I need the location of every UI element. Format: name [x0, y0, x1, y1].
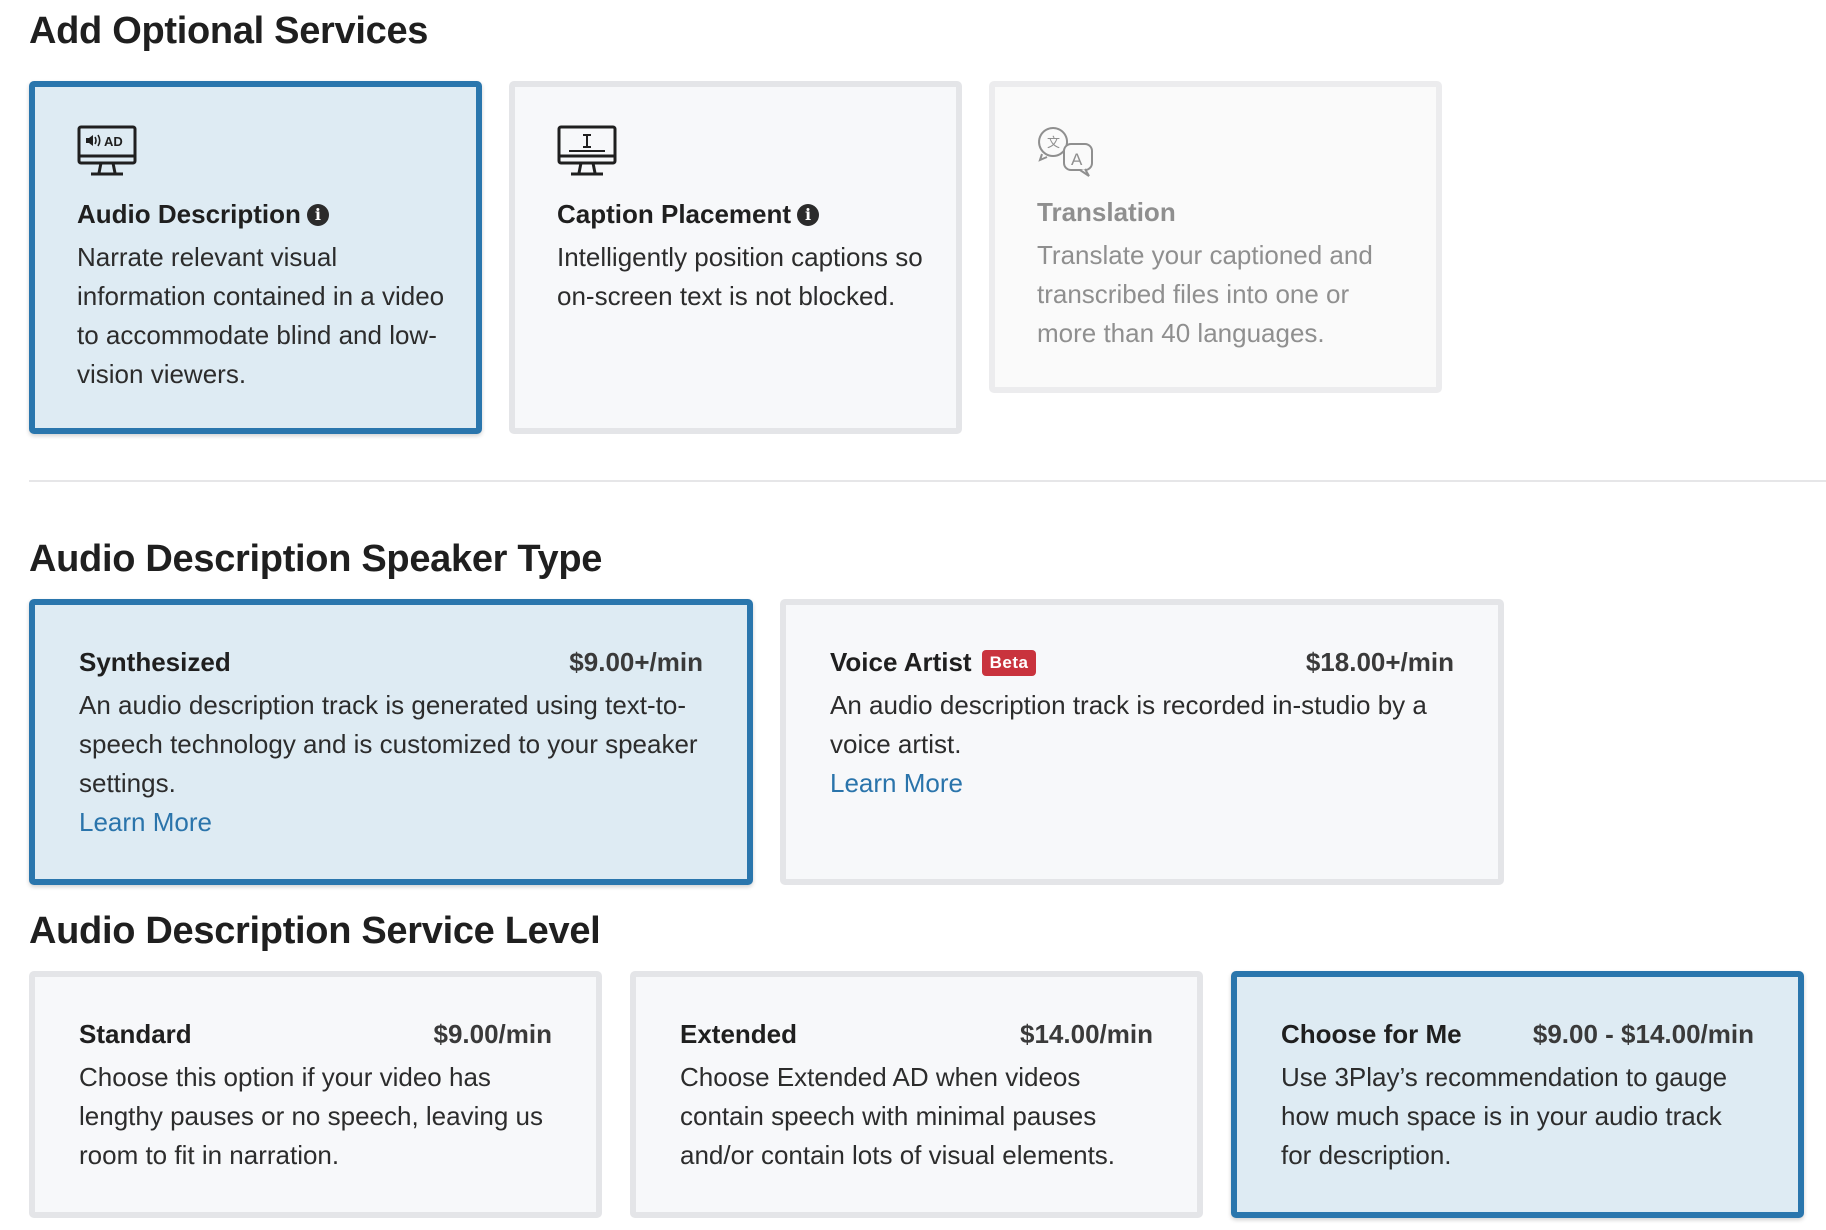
svg-text:文: 文 — [1047, 136, 1060, 151]
optional-services-heading: Add Optional Services — [29, 10, 429, 52]
translate-icon: 文 A — [1037, 125, 1097, 179]
beta-badge: Beta — [981, 649, 1037, 676]
service-card-caption-placement[interactable]: Caption Placement i Intelligently positi… — [509, 81, 962, 434]
level-card-choose-for-me[interactable]: Choose for Me $9.00 - $14.00/min Use 3Pl… — [1231, 971, 1804, 1218]
level-description: Choose this option if your video has len… — [79, 1062, 543, 1170]
speaker-price: $9.00+/min — [569, 647, 703, 677]
speaker-card-synthesized[interactable]: Synthesized $9.00+/min An audio descript… — [29, 599, 753, 885]
ad-icon-text: AD — [104, 134, 123, 149]
speaker-type-heading: Audio Description Speaker Type — [29, 538, 603, 580]
level-title: Standard — [79, 1019, 192, 1049]
service-card-translation: 文 A Translation Translate your captioned… — [989, 81, 1442, 393]
info-icon[interactable]: i — [797, 203, 820, 226]
level-price: $9.00 - $14.00/min — [1532, 1019, 1754, 1049]
service-description: Intelligently position captions so on-sc… — [557, 242, 923, 311]
service-description: Translate your captioned and transcribed… — [1037, 240, 1373, 348]
monitor-caption-icon — [557, 125, 617, 179]
speaker-title: Synthesized — [79, 647, 231, 677]
level-description: Choose Extended AD when videos contain s… — [680, 1062, 1116, 1170]
level-title: Choose for Me — [1281, 1019, 1462, 1049]
level-price: $14.00/min — [1020, 1019, 1153, 1049]
service-level-heading: Audio Description Service Level — [29, 910, 601, 952]
info-icon[interactable]: i — [306, 203, 329, 226]
speaker-title: Voice Artist Beta — [830, 647, 1037, 678]
section-divider — [29, 480, 1826, 482]
learn-more-link[interactable]: Learn More — [79, 803, 703, 842]
learn-more-link[interactable]: Learn More — [830, 764, 1454, 803]
speaker-card-voice-artist[interactable]: Voice Artist Beta $18.00+/min An audio d… — [780, 599, 1504, 885]
level-description: Use 3Play’s recommendation to gauge how … — [1281, 1062, 1728, 1170]
speaker-title-text: Voice Artist — [830, 647, 972, 677]
speaker-description: An audio description track is recorded i… — [830, 690, 1427, 759]
service-title: Audio Description i — [77, 199, 446, 230]
speaker-price: $18.00+/min — [1305, 647, 1454, 677]
service-title: Caption Placement i — [557, 199, 926, 230]
speaker-description: An audio description track is generated … — [79, 690, 698, 798]
level-price: $9.00/min — [433, 1019, 552, 1049]
monitor-ad-icon: AD — [77, 125, 137, 179]
service-title-text: Audio Description — [77, 199, 301, 229]
service-card-audio-description[interactable]: AD Audio Description i Narrate relevant … — [29, 81, 482, 434]
level-card-standard[interactable]: Standard $9.00/min Choose this option if… — [29, 971, 602, 1218]
service-title: Translation — [1037, 197, 1176, 227]
service-description: Narrate relevant visual information cont… — [77, 242, 445, 389]
level-card-extended[interactable]: Extended $14.00/min Choose Extended AD w… — [630, 971, 1203, 1218]
level-title: Extended — [680, 1019, 798, 1049]
service-title-text: Caption Placement — [557, 199, 792, 229]
svg-text:A: A — [1071, 150, 1083, 169]
